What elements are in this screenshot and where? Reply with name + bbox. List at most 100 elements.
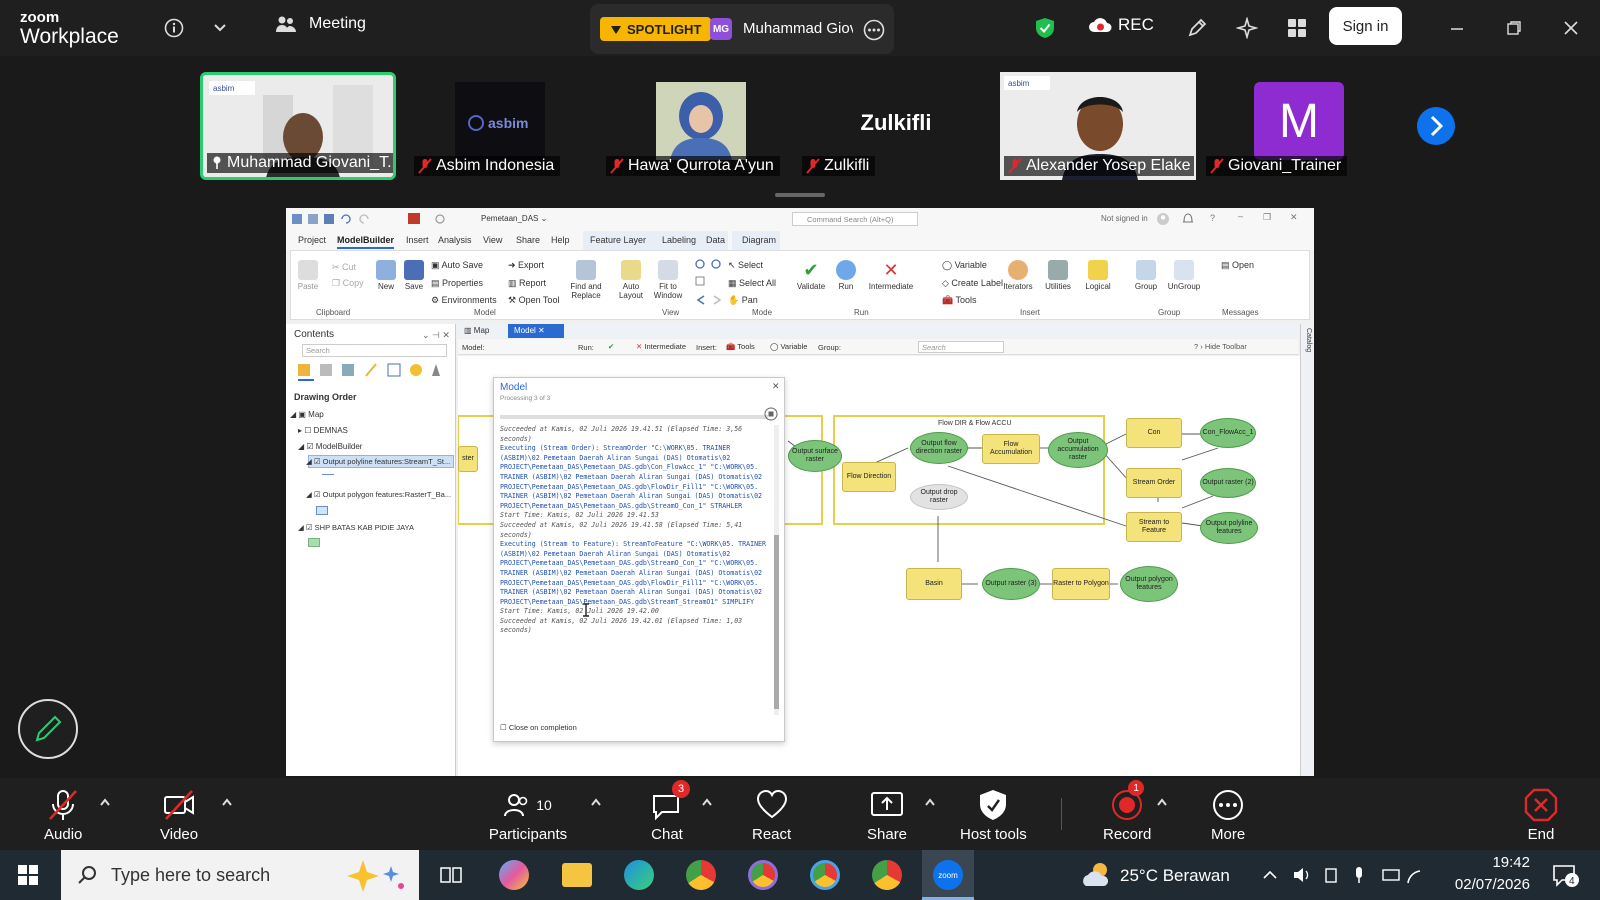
project-name[interactable]: Pemetaan_DAS ⌄ [481,214,547,223]
strip-resize-handle[interactable] [775,193,825,197]
paste-button[interactable]: Paste [288,260,328,292]
chrome-profile-icon[interactable] [872,860,902,890]
select-all-button[interactable]: ▦ Select All [728,278,776,289]
model-node-tool[interactable]: Flow Accumulation [982,434,1040,464]
create-label-button[interactable]: ◇ Create Label [942,278,1003,289]
ungroup-button[interactable]: UnGroup [1164,260,1204,292]
model-node-tool[interactable]: Basin [906,568,962,600]
run-button[interactable]: Run [826,260,866,292]
copilot-app-icon[interactable] [499,860,529,890]
intermediate-button[interactable]: ✕ Intermediate [866,260,916,292]
tools-button[interactable]: 🧰 Tools [942,295,977,306]
clock-time[interactable]: 19:42 [1470,854,1530,871]
clock-date[interactable]: 02/07/2026 [1444,876,1530,893]
notification-bell-icon[interactable] [1182,212,1194,226]
cut-button[interactable]: ✂ Cut [332,262,356,273]
model-node-variable[interactable]: Output raster (2) [1200,468,1256,498]
recording-status[interactable]: REC [1088,15,1154,35]
tab-modelbuilder[interactable]: ModelBuilder [337,235,395,249]
model-node-variable[interactable]: Con_FlowAcc_1 [1200,418,1256,448]
model-node-tool[interactable]: Stream Order [1126,468,1182,498]
tab-help[interactable]: Help [551,235,570,245]
close-on-completion-checkbox[interactable]: ☐ Close on completion [500,723,577,732]
participant-tile[interactable]: asbim Asbim Indonesia [410,72,606,180]
cancel-stop-icon[interactable] [764,407,778,421]
tab-insert[interactable]: Insert [406,235,429,245]
layer-shp-batas[interactable]: ◢ ☑ SHP BATAS KAB PIDIE JAYA [298,523,414,532]
model-node-variable[interactable]: Output polygon features [1120,566,1178,602]
model-node-variable[interactable]: Output drop raster [910,484,968,510]
pane-controls-icon[interactable]: ⌄ ⊣ ✕ [422,330,450,341]
tools-small-button[interactable]: 🧰 Tools [726,342,755,351]
tab-project[interactable]: Project [298,235,326,245]
contents-search-input[interactable]: Search [302,344,447,357]
chrome-profile-icon[interactable] [748,860,778,890]
close-icon[interactable] [1556,13,1586,43]
taskbar-search-box[interactable]: Type here to search [61,850,419,900]
group-button[interactable]: Group [1126,260,1166,292]
user-icon[interactable] [1156,212,1170,226]
open-messages-button[interactable]: ▤ Open [1221,260,1254,271]
logical-button[interactable]: Logical [1078,260,1118,292]
pan-button[interactable]: ✋ Pan [728,295,758,306]
tab-data[interactable]: Data [706,235,725,245]
meeting-info-icon[interactable] [159,13,189,43]
arcgis-minimize-icon[interactable]: – [1238,211,1243,221]
auto-layout-button[interactable]: Auto Layout [611,260,651,301]
participants-button[interactable]: 10 Participants [488,788,568,843]
variable-button[interactable]: ◯ Variable [942,260,987,271]
sign-in-button[interactable]: Sign in [1329,7,1402,45]
host-tools-button[interactable]: Host tools [960,788,1027,843]
variable-small-button[interactable]: ◯ Variable [770,342,807,351]
more-button[interactable]: More [1211,788,1245,843]
log-scrollbar-thumb[interactable] [774,535,779,709]
model-node-variable[interactable]: Output flow direction raster [910,432,968,464]
tab-share[interactable]: Share [516,235,540,245]
model-node-variable[interactable]: Output accumulation raster [1048,432,1108,468]
tab-labeling[interactable]: Labeling [662,235,696,245]
audio-caret-icon[interactable] [99,796,111,808]
windows-start-icon[interactable] [18,865,38,885]
video-button[interactable]: Video [160,788,198,843]
spotlight-indicator[interactable]: SPOTLIGHT MG Muhammad Giov [590,4,894,54]
weather-icon[interactable] [1080,860,1112,890]
validate-small-icon[interactable]: ✔ [608,342,614,351]
model-search-input[interactable]: Search [918,341,1004,353]
annotate-pen-icon[interactable] [1182,13,1212,43]
arcgis-close-icon[interactable]: ✕ [1290,212,1298,223]
auto-save-button[interactable]: ▣ Auto Save [431,260,483,271]
model-node-tool[interactable]: Stream to Feature [1126,512,1182,542]
hide-toolbar-button[interactable]: ? › Hide Toolbar [1194,342,1247,351]
save-button[interactable]: Save [394,260,434,292]
report-button[interactable]: ▥ Report [508,278,546,289]
tab-map-view[interactable]: ▥ Map [464,326,489,335]
validate-button[interactable]: ✔ Validate [791,260,831,292]
tab-view[interactable]: View [483,235,502,245]
participant-tile[interactable]: M Giovani_Trainer [1202,72,1398,180]
chat-caret-icon[interactable] [701,796,713,808]
tab-diagram[interactable]: Diagram [742,235,776,245]
copy-button[interactable]: ❐ Copy [332,278,364,289]
model-node-tool[interactable]: ster [458,446,478,472]
next-page-arrow-icon[interactable] [1416,106,1456,146]
tab-model-view[interactable]: Model ✕ [508,324,564,338]
iterators-button[interactable]: Iterators [998,260,1038,292]
restore-icon[interactable] [1499,13,1529,43]
annotate-pencil-button[interactable] [17,698,79,760]
more-options-icon[interactable] [863,19,885,41]
fit-window-button[interactable]: Fit to Window [648,260,688,301]
log-scrollbar[interactable] [774,425,779,715]
participant-tile[interactable]: Zulkifli Zulkifli [798,72,994,180]
participants-caret-icon[interactable] [590,796,602,808]
ai-companion-icon[interactable] [1232,13,1262,43]
catalog-side-tab[interactable]: Catalog [1300,324,1314,776]
model-node-variable[interactable]: Output raster (3) [982,568,1040,600]
contents-view-icons[interactable] [296,362,446,382]
minimize-icon[interactable] [1442,13,1472,43]
intermediate-small-button[interactable]: ✕ Intermediate [636,342,686,351]
participant-tile[interactable]: asbim Alexander Yosep Elake [1000,72,1196,180]
arcgis-restore-icon[interactable]: ❐ [1263,212,1271,223]
model-node-variable[interactable]: Output surface raster [788,440,842,472]
record-button[interactable]: 1 Record [1103,780,1151,843]
export-button[interactable]: ➜ Export [508,260,544,271]
